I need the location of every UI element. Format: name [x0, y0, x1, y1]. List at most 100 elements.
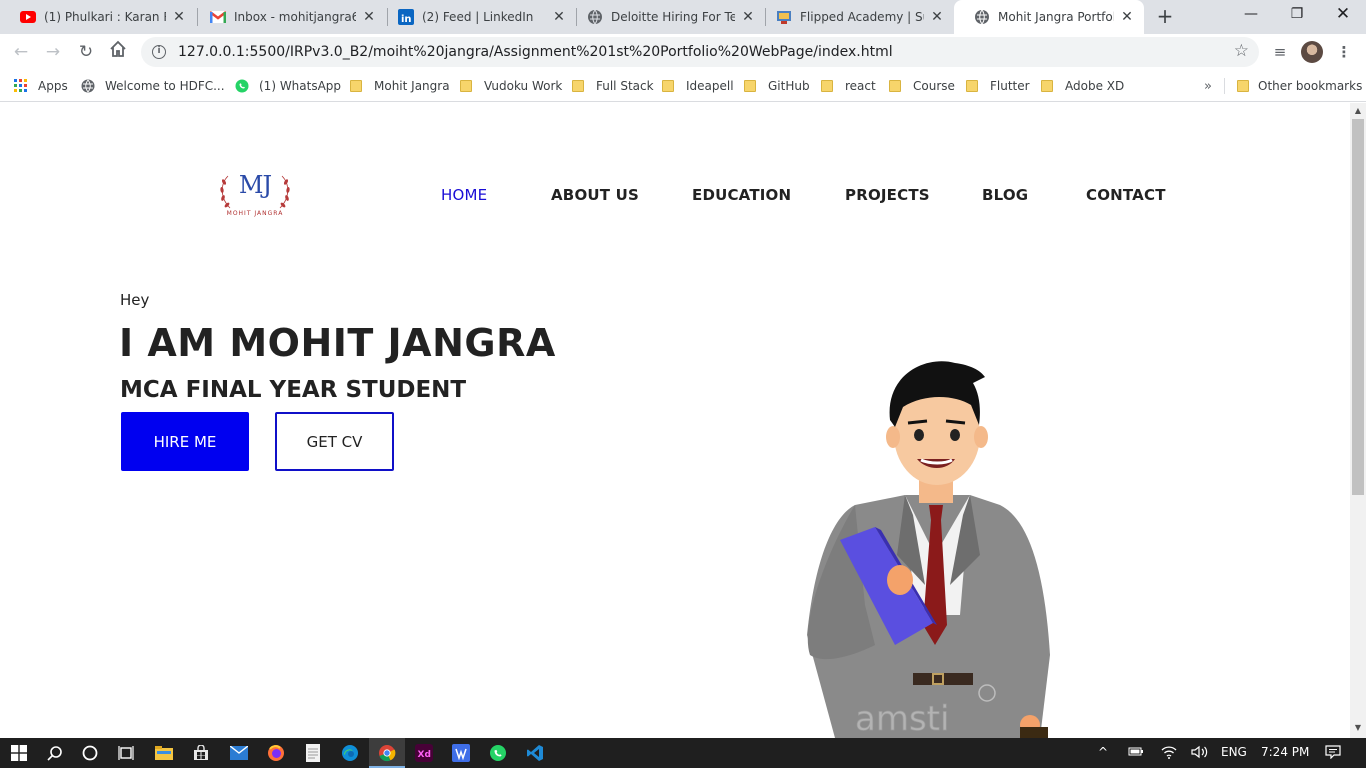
hire-me-button[interactable]: HIRE ME [121, 412, 249, 471]
hero-subtitle: MCA FINAL YEAR STUDENT [120, 377, 467, 403]
bookmark-folder-full-stack[interactable]: Full Stack [572, 77, 654, 95]
bookmark-label: Other bookmarks [1258, 79, 1363, 93]
bookmark-folder-other[interactable]: Other bookmarks [1237, 77, 1362, 95]
bookmark-divider [1224, 78, 1225, 94]
close-window-button[interactable]: ✕ [1320, 0, 1366, 30]
folder-icon [460, 80, 472, 92]
browser-tab-flipped-academy[interactable]: Flipped Academy | Submissions ✕ [756, 0, 954, 34]
nav-education[interactable]: EDUCATION [692, 186, 791, 204]
linkedin-icon: in [398, 9, 414, 25]
bookmark-label: GitHub [768, 79, 810, 93]
site-info-icon[interactable]: i [152, 45, 166, 59]
close-icon[interactable]: ✕ [362, 9, 376, 25]
vscode-icon[interactable] [525, 743, 545, 763]
close-icon[interactable]: ✕ [741, 9, 755, 25]
firefox-icon[interactable] [266, 743, 286, 763]
mockup-icon[interactable] [451, 743, 471, 763]
bookmark-label: Flutter [990, 79, 1030, 93]
page-scrollbar[interactable]: ▲ ▼ [1350, 103, 1366, 738]
browser-tab-strip: (1) Phulkari : Karan Randhawa ✕ Inbox - … [0, 0, 1366, 34]
close-icon[interactable]: ✕ [552, 9, 566, 25]
edge-icon[interactable] [340, 743, 360, 763]
search-icon[interactable] [45, 743, 65, 763]
bookmark-folder-react[interactable]: react [821, 77, 876, 95]
profile-avatar[interactable] [1300, 40, 1324, 64]
bookmark-hdfc[interactable]: Welcome to HDFC... [81, 77, 225, 95]
bookmark-apps[interactable]: Apps [14, 77, 68, 95]
close-icon[interactable]: ✕ [1120, 9, 1134, 25]
site-logo[interactable]: MJ MOHIT JANGRA [214, 168, 296, 224]
forward-button[interactable]: → [41, 40, 65, 64]
restore-button[interactable]: ❐ [1274, 0, 1320, 30]
chrome-icon[interactable] [377, 743, 397, 763]
more-bookmarks-button[interactable]: » [1204, 77, 1212, 95]
apps-grid-icon [14, 79, 27, 92]
nav-blog[interactable]: BLOG [982, 186, 1028, 204]
browser-tab-deloitte[interactable]: Deloitte Hiring For Technology ✕ [567, 0, 765, 34]
address-bar[interactable]: i 127.0.0.1:5500/IRPv3.0_B2/moiht%20jang… [141, 37, 1259, 67]
wifi-icon[interactable] [1161, 745, 1177, 762]
tab-title: Inbox - mohitjangra601@gmail.com [234, 10, 356, 24]
volume-icon[interactable] [1191, 745, 1209, 762]
home-button[interactable] [106, 40, 130, 64]
scroll-up-arrow-icon[interactable]: ▲ [1350, 106, 1366, 115]
clock-time[interactable]: 7:24 PM [1261, 745, 1309, 759]
bookmark-label: Ideapell [686, 79, 734, 93]
tab-title: Deloitte Hiring For Technology [611, 10, 735, 24]
store-icon[interactable] [191, 743, 211, 763]
folder-icon [889, 80, 901, 92]
notepad-icon[interactable] [303, 743, 323, 763]
bookmark-folder-course[interactable]: Course [889, 77, 955, 95]
browser-tab-gmail[interactable]: Inbox - mohitjangra601@gmail.com ✕ [190, 0, 386, 34]
browser-tab-linkedin[interactable]: in (2) Feed | LinkedIn ✕ [378, 0, 576, 34]
cortana-icon[interactable] [80, 743, 100, 763]
windows-taskbar: Xd ^ ENG 7:24 PM [0, 738, 1366, 768]
reload-button[interactable]: ↻ [74, 40, 98, 64]
gmail-icon [210, 9, 226, 25]
nav-about-us[interactable]: ABOUT US [551, 186, 639, 204]
tray-overflow-chevron-icon[interactable]: ^ [1098, 745, 1108, 759]
folder-icon [572, 80, 584, 92]
nav-projects[interactable]: PROJECTS [845, 186, 930, 204]
scroll-down-arrow-icon[interactable]: ▼ [1350, 723, 1366, 732]
whatsapp-icon [235, 79, 249, 93]
hero-title: I AM MOHIT JANGRA [119, 321, 556, 365]
scrollbar-thumb[interactable] [1352, 119, 1364, 495]
close-icon[interactable]: ✕ [172, 9, 186, 25]
bookmark-star-icon[interactable]: ☆ [1234, 41, 1249, 61]
bookmark-folder-mohit-jangra[interactable]: Mohit Jangra [350, 77, 450, 95]
new-tab-button[interactable]: + [1153, 5, 1177, 29]
bookmark-folder-github[interactable]: GitHub [744, 77, 810, 95]
browser-tab-portfolio[interactable]: Mohit Jangra Portfolio ✕ [954, 0, 1144, 34]
close-icon[interactable]: ✕ [930, 9, 944, 25]
folder-icon [350, 80, 362, 92]
bookmark-whatsapp[interactable]: (1) WhatsApp [235, 77, 341, 95]
back-button[interactable]: ← [9, 40, 33, 64]
browser-tab-youtube[interactable]: (1) Phulkari : Karan Randhawa ✕ [0, 0, 196, 34]
mail-icon[interactable] [229, 743, 249, 763]
battery-icon[interactable] [1128, 745, 1144, 760]
media-control-icon[interactable]: ≡ [1268, 40, 1292, 64]
nav-contact[interactable]: CONTACT [1086, 186, 1166, 204]
bookmark-label: Mohit Jangra [374, 79, 450, 93]
nav-home[interactable]: HOME [441, 186, 487, 204]
folder-icon [1041, 80, 1053, 92]
folder-icon [1237, 80, 1249, 92]
get-cv-button[interactable]: GET CV [275, 412, 394, 471]
bookmark-label: Vudoku Work [484, 79, 563, 93]
bookmark-label: (1) WhatsApp [259, 79, 342, 93]
whatsapp-icon[interactable] [488, 743, 508, 763]
bookmark-folder-vudoku-work[interactable]: Vudoku Work [460, 77, 562, 95]
bookmark-folder-adobe-xd[interactable]: Adobe XD [1041, 77, 1124, 95]
windows-start-icon[interactable] [9, 743, 29, 763]
bookmark-folder-ideapell[interactable]: Ideapell [662, 77, 734, 95]
menu-kebab-icon[interactable]: ⋮ [1332, 40, 1356, 64]
language-indicator[interactable]: ENG [1221, 745, 1247, 759]
task-view-icon[interactable] [116, 743, 136, 763]
file-explorer-icon[interactable] [154, 743, 174, 763]
adobe-xd-icon[interactable]: Xd [414, 743, 434, 763]
minimize-button[interactable]: — [1228, 0, 1274, 30]
notifications-icon[interactable] [1325, 745, 1341, 762]
bookmark-folder-flutter[interactable]: Flutter [966, 77, 1030, 95]
bookmarks-bar: Apps Welcome to HDFC... (1) WhatsApp Moh… [0, 70, 1366, 102]
